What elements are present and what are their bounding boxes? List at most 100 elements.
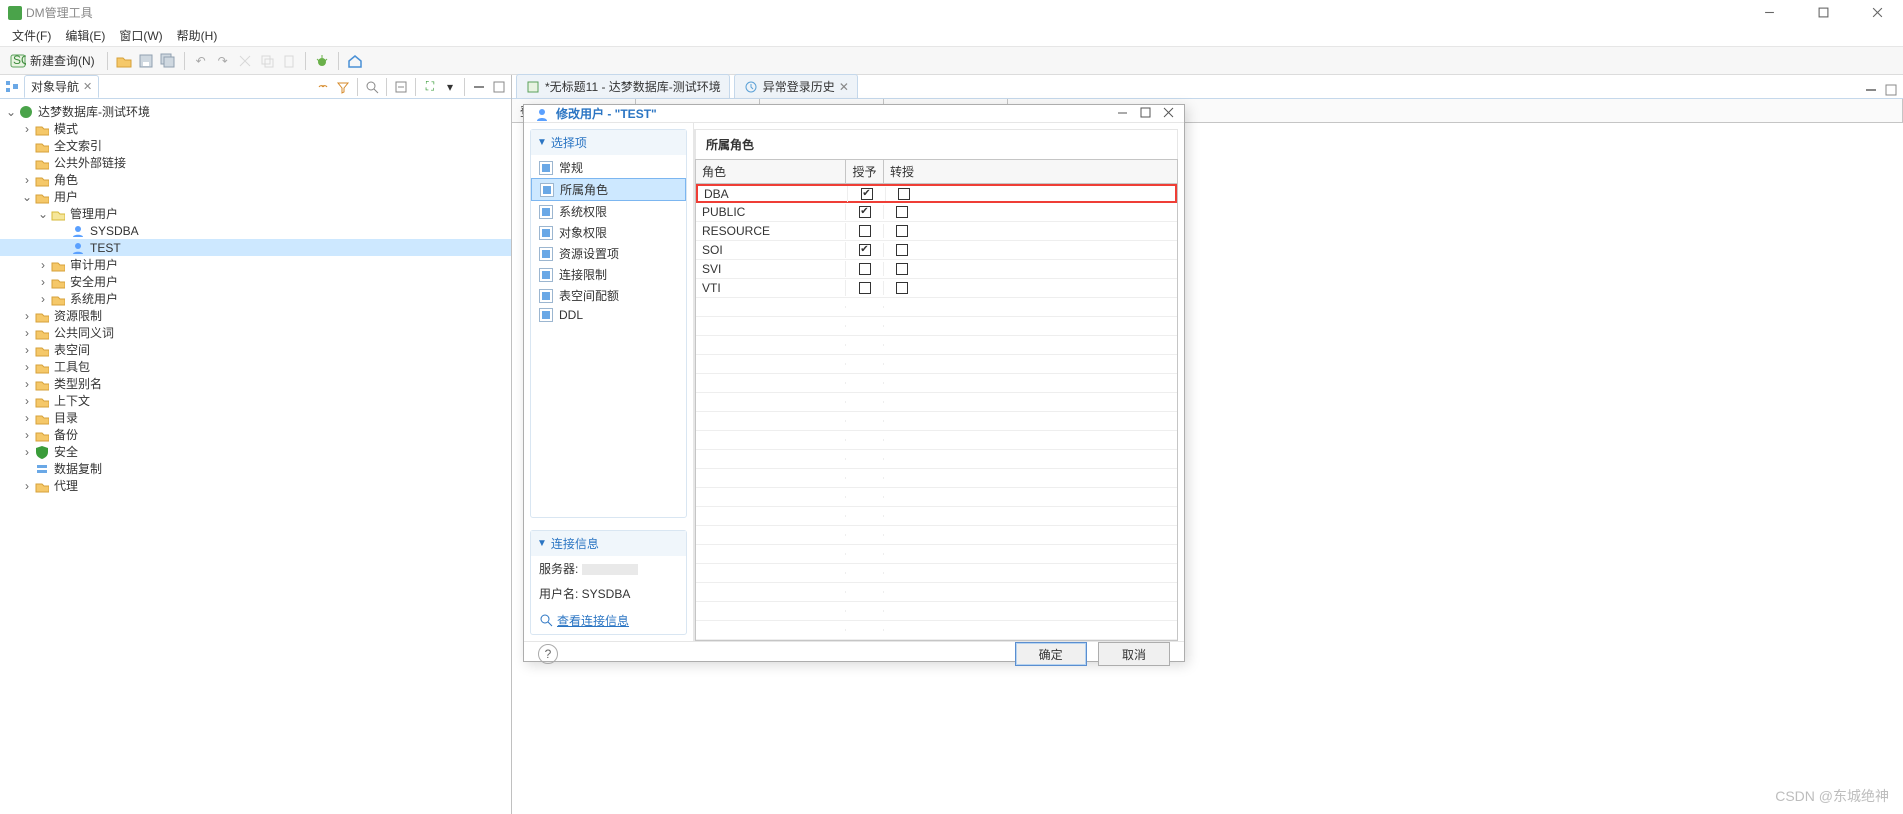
help-button[interactable]: ?: [538, 644, 558, 664]
tree-node[interactable]: ›目录: [0, 409, 511, 426]
tree-node[interactable]: ›工具包: [0, 358, 511, 375]
tree-node-test[interactable]: TEST: [0, 239, 511, 256]
dropdown-icon[interactable]: ▾: [442, 79, 458, 95]
menu-help[interactable]: 帮助(H): [171, 25, 224, 46]
editor-tab-2[interactable]: 异常登录历史 ✕: [734, 74, 858, 98]
tree-node[interactable]: 公共外部链接: [0, 154, 511, 171]
maximize-pane-icon[interactable]: [491, 79, 507, 95]
role-row[interactable]: SOI: [696, 241, 1177, 260]
tree-node[interactable]: ›安全用户: [0, 273, 511, 290]
ok-button[interactable]: 确定: [1015, 642, 1087, 666]
cancel-button[interactable]: 取消: [1098, 642, 1170, 666]
tree-node[interactable]: 数据复制: [0, 460, 511, 477]
col-admin[interactable]: 转授: [884, 160, 920, 183]
dialog-left-panel: ▼选择项 常规 所属角色 系统权限 对象权限 资源设置项 连接限制 表空间配额 …: [524, 123, 694, 641]
roles-table[interactable]: 角色 授予 转授 DBAPUBLICRESOURCESOISVIVTI: [695, 159, 1178, 641]
window-maximize-button[interactable]: [1805, 2, 1841, 24]
tree-node-mgmt-user[interactable]: ⌄管理用户: [0, 205, 511, 222]
admin-checkbox[interactable]: [896, 282, 908, 294]
window-close-button[interactable]: [1859, 2, 1895, 24]
grant-checkbox[interactable]: [859, 263, 871, 275]
admin-checkbox[interactable]: [896, 244, 908, 256]
menu-window[interactable]: 窗口(W): [113, 25, 168, 46]
grant-checkbox[interactable]: [859, 282, 871, 294]
admin-checkbox[interactable]: [896, 263, 908, 275]
option-sysperm[interactable]: 系统权限: [531, 201, 686, 222]
menu-edit[interactable]: 编辑(E): [59, 25, 111, 46]
menu-file[interactable]: 文件(F): [6, 25, 57, 46]
dialog-maximize-button[interactable]: [1140, 107, 1151, 121]
link-icon[interactable]: [315, 79, 331, 95]
option-ddl[interactable]: DDL: [531, 306, 686, 324]
conn-section-header[interactable]: ▼连接信息: [531, 531, 686, 556]
tree-node[interactable]: ›备份: [0, 426, 511, 443]
option-objperm[interactable]: 对象权限: [531, 222, 686, 243]
role-row[interactable]: RESOURCE: [696, 222, 1177, 241]
minimize-pane-icon[interactable]: [1863, 82, 1879, 98]
tree-node[interactable]: ›上下文: [0, 392, 511, 409]
tree-node-user[interactable]: ⌄用户: [0, 188, 511, 205]
dialog-minimize-button[interactable]: [1117, 107, 1128, 121]
role-row[interactable]: VTI: [696, 279, 1177, 298]
debug-icon[interactable]: [314, 53, 330, 69]
option-tsquota[interactable]: 表空间配额: [531, 285, 686, 306]
admin-checkbox[interactable]: [896, 206, 908, 218]
close-icon[interactable]: ✕: [839, 80, 849, 94]
tree-node[interactable]: ›角色: [0, 171, 511, 188]
empty-row: [696, 450, 1177, 469]
filter-icon[interactable]: [335, 79, 351, 95]
tree-node[interactable]: ›系统用户: [0, 290, 511, 307]
option-connlimit[interactable]: 连接限制: [531, 264, 686, 285]
tree-node[interactable]: ›审计用户: [0, 256, 511, 273]
view-conn-link[interactable]: 查看连接信息: [539, 612, 629, 629]
options-section-header[interactable]: ▼选择项: [531, 130, 686, 155]
home-icon[interactable]: [347, 53, 363, 69]
option-normal[interactable]: 常规: [531, 157, 686, 178]
window-minimize-button[interactable]: [1751, 2, 1787, 24]
role-row[interactable]: DBA: [696, 184, 1177, 203]
dialog-close-button[interactable]: [1163, 107, 1174, 121]
role-row[interactable]: SVI: [696, 260, 1177, 279]
tree-node[interactable]: ›安全: [0, 443, 511, 460]
tree-node[interactable]: ›表空间: [0, 341, 511, 358]
minimize-pane-icon[interactable]: [471, 79, 487, 95]
grant-checkbox[interactable]: [859, 244, 871, 256]
admin-checkbox[interactable]: [896, 225, 908, 237]
tree-node[interactable]: ›公共同义词: [0, 324, 511, 341]
grant-checkbox[interactable]: [861, 188, 873, 200]
col-role[interactable]: 角色: [696, 160, 846, 183]
role-row[interactable]: PUBLIC: [696, 203, 1177, 222]
grant-checkbox[interactable]: [859, 206, 871, 218]
copy-icon[interactable]: [259, 53, 275, 69]
tree-node[interactable]: ›资源限制: [0, 307, 511, 324]
open-icon[interactable]: [116, 53, 132, 69]
tree-node-sysdba[interactable]: SYSDBA: [0, 222, 511, 239]
object-tree[interactable]: ⌄达梦数据库-测试环境 ›模式 全文索引 公共外部链接 ›角色 ⌄用户 ⌄管理用…: [0, 99, 511, 814]
tree-node[interactable]: ›类型别名: [0, 375, 511, 392]
undo-icon[interactable]: ↶: [193, 53, 209, 69]
option-resopt[interactable]: 资源设置项: [531, 243, 686, 264]
tree-node[interactable]: ›代理: [0, 477, 511, 494]
expand-all-icon[interactable]: ⛶: [422, 79, 438, 95]
tree-root[interactable]: ⌄达梦数据库-测试环境: [0, 103, 511, 120]
new-query-button[interactable]: SQL 新建查询(N): [6, 50, 99, 71]
dialog-titlebar[interactable]: 修改用户 - "TEST": [524, 105, 1184, 123]
tree-node[interactable]: ›模式: [0, 120, 511, 137]
col-grant[interactable]: 授予: [846, 160, 884, 183]
empty-row: [696, 374, 1177, 393]
paste-icon[interactable]: [281, 53, 297, 69]
option-roles[interactable]: 所属角色: [531, 178, 686, 201]
editor-tab-1[interactable]: *无标题11 - 达梦数据库-测试环境: [516, 74, 730, 98]
save-icon[interactable]: [138, 53, 154, 69]
tree-node[interactable]: 全文索引: [0, 137, 511, 154]
cut-icon[interactable]: [237, 53, 253, 69]
admin-checkbox[interactable]: [898, 188, 910, 200]
tab-object-nav[interactable]: 对象导航 ✕: [24, 75, 99, 98]
collapse-icon[interactable]: [393, 79, 409, 95]
redo-icon[interactable]: ↷: [215, 53, 231, 69]
find-icon[interactable]: [364, 79, 380, 95]
save-all-icon[interactable]: [160, 53, 176, 69]
close-icon[interactable]: ✕: [83, 80, 92, 93]
maximize-pane-icon[interactable]: [1883, 82, 1899, 98]
grant-checkbox[interactable]: [859, 225, 871, 237]
